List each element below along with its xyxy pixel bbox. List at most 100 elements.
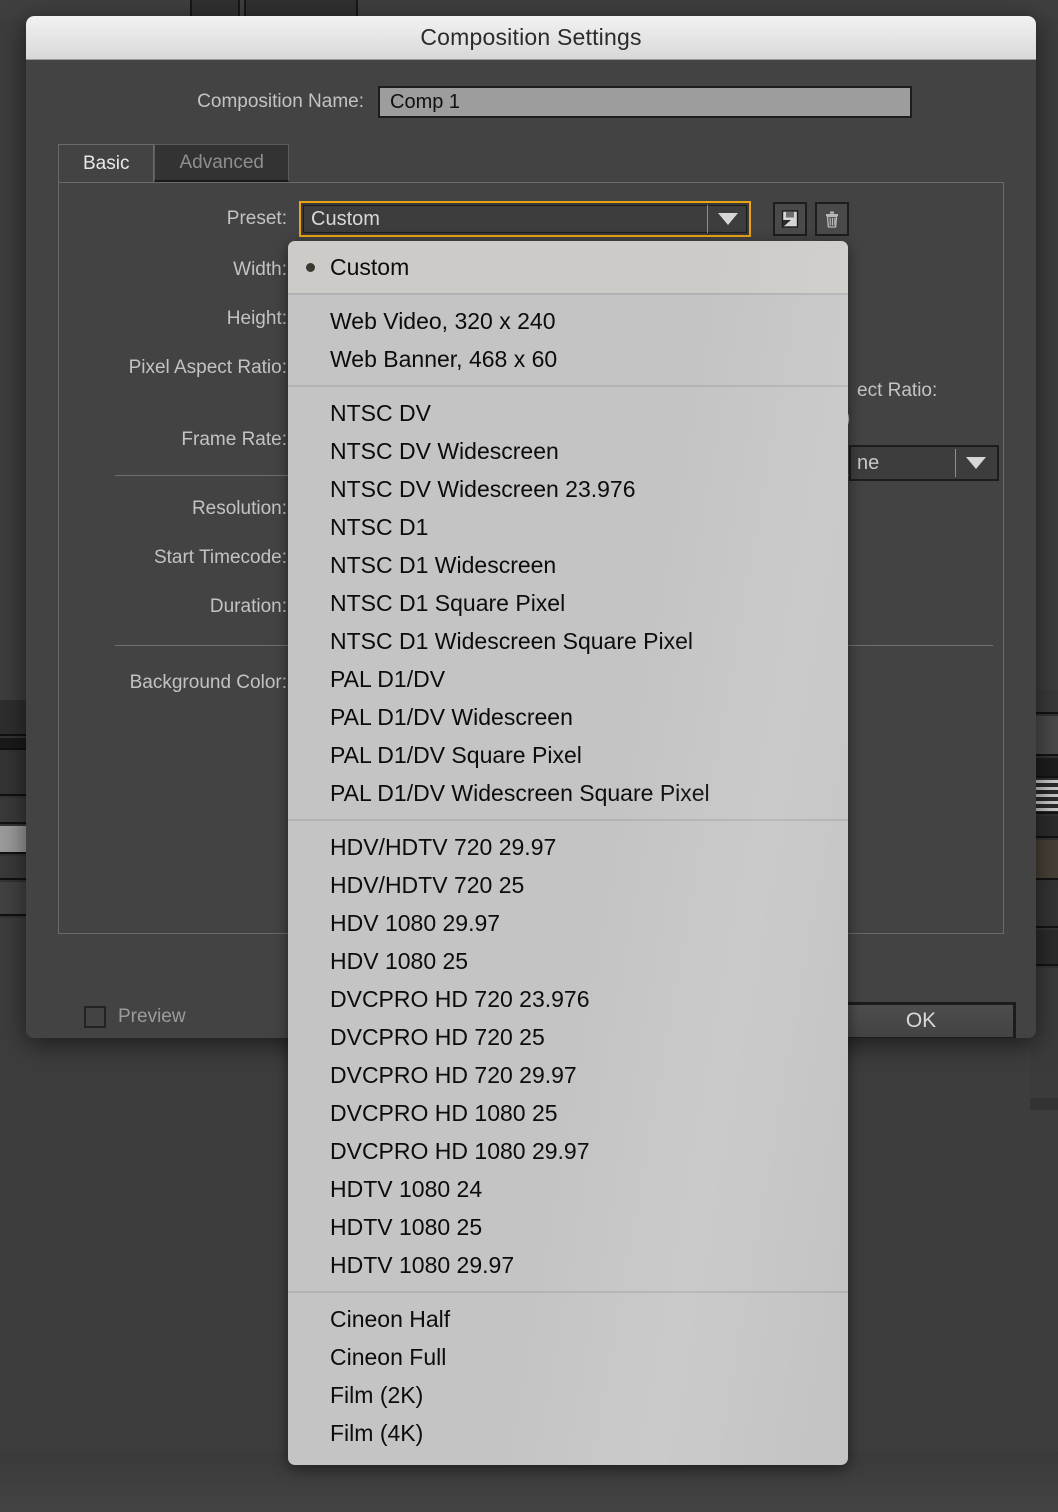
composition-name-input[interactable]: Comp 1: [378, 86, 912, 118]
dialog-titlebar: Composition Settings: [26, 16, 1036, 60]
preset-menu-item[interactable]: NTSC D1: [288, 508, 848, 546]
preset-menu-item[interactable]: Custom: [288, 248, 848, 286]
pixel-aspect-ratio-fragment-label: ect Ratio:: [857, 380, 938, 401]
preset-menu-item-label: Web Video, 320 x 240: [330, 307, 556, 334]
preset-menu-item-label: Custom: [330, 253, 410, 280]
preset-menu-item[interactable]: NTSC D1 Square Pixel: [288, 584, 848, 622]
selected-bullet-icon: [306, 263, 315, 272]
preset-menu-item[interactable]: NTSC DV Widescreen 23.976: [288, 470, 848, 508]
preset-menu-item[interactable]: DVCPRO HD 1080 29.97: [288, 1132, 848, 1170]
preset-menu-item-label: HDV/HDTV 720 25: [330, 871, 525, 898]
preset-menu-item[interactable]: Web Banner, 468 x 60: [288, 340, 848, 378]
preset-menu-group: Web Video, 320 x 240 Web Banner, 468 x 60: [288, 293, 848, 385]
preset-menu-group: NTSC DV NTSC DV Widescreen NTSC DV Widescr…: [288, 385, 848, 819]
preset-menu-item-label: DVCPRO HD 720 25: [330, 1023, 545, 1050]
preset-menu-item-label: DVCPRO HD 1080 25: [330, 1099, 558, 1126]
save-preset-icon: [781, 210, 799, 228]
preset-dropdown[interactable]: Custom: [299, 201, 751, 237]
preset-menu-item-label: PAL D1/DV Widescreen: [330, 703, 573, 730]
preset-menu-item-label: DVCPRO HD 720 23.976: [330, 985, 590, 1012]
trash-icon: [826, 211, 838, 228]
composition-name-label: Composition Name:: [197, 91, 364, 112]
preset-menu-item-label: Web Banner, 468 x 60: [330, 345, 558, 372]
preset-menu-item-label: DVCPRO HD 1080 29.97: [330, 1137, 590, 1164]
frame-rate-label: Frame Rate:: [181, 429, 287, 450]
preset-menu-item[interactable]: PAL D1/DV Widescreen: [288, 698, 848, 736]
composition-name-row: Composition Name: Comp 1: [26, 86, 1036, 118]
preset-menu-item-label: NTSC D1: [330, 513, 429, 540]
preset-menu-item-label: Cineon Half: [330, 1305, 451, 1332]
preset-menu-item[interactable]: NTSC D1 Widescreen: [288, 546, 848, 584]
preset-dropdown-menu[interactable]: Custom Web Video, 320 x 240 Web Banner, 46…: [288, 241, 848, 1465]
frame-rate-value-fragment: ne: [857, 451, 880, 474]
preset-menu-item[interactable]: DVCPRO HD 720 25: [288, 1018, 848, 1056]
preset-menu-item-label: NTSC D1 Widescreen: [330, 551, 557, 578]
preset-dropdown-arrow[interactable]: [707, 205, 747, 233]
preview-control[interactable]: Preview: [84, 1006, 186, 1028]
resolution-label: Resolution:: [191, 498, 287, 519]
preset-label: Preset:: [226, 208, 287, 229]
preset-menu-item[interactable]: DVCPRO HD 720 29.97: [288, 1056, 848, 1094]
pixel-aspect-ratio-label: Pixel Aspect Ratio:: [128, 357, 287, 378]
preset-menu-item[interactable]: Cineon Full: [288, 1338, 848, 1376]
preset-menu-group: Cineon Half Cineon Full Film (2K) Film (4K): [288, 1291, 848, 1459]
preset-menu-item-label: HDV 1080 25: [330, 947, 469, 974]
preset-menu-item[interactable]: PAL D1/DV: [288, 660, 848, 698]
frame-rate-dropdown[interactable]: ne: [849, 445, 999, 481]
preset-menu-item-label: PAL D1/DV Square Pixel: [330, 741, 582, 768]
preset-menu-item[interactable]: PAL D1/DV Square Pixel: [288, 736, 848, 774]
width-label: Width:: [233, 259, 287, 280]
height-label: Height:: [226, 308, 287, 329]
preset-menu-item-label: NTSC DV Widescreen: [330, 437, 559, 464]
preset-menu-item[interactable]: Film (2K): [288, 1376, 848, 1414]
tab-basic[interactable]: Basic: [58, 144, 155, 182]
preset-menu-item[interactable]: NTSC DV Widescreen: [288, 432, 848, 470]
preset-menu-item-label: HDV/HDTV 720 29.97: [330, 833, 557, 860]
preset-menu-item[interactable]: HDV/HDTV 720 29.97: [288, 828, 848, 866]
chevron-down-icon: [717, 213, 738, 225]
preview-checkbox[interactable]: [84, 1006, 106, 1028]
ok-button[interactable]: OK: [826, 1002, 1016, 1038]
dialog-title: Composition Settings: [420, 24, 642, 50]
preset-selected-value: Custom: [311, 207, 380, 230]
preset-menu-groups: Custom Web Video, 320 x 240 Web Banner, 46…: [288, 241, 848, 1459]
save-preset-button[interactable]: [773, 202, 807, 236]
tab-advanced-label: Advanced: [179, 151, 264, 173]
preset-menu-item-label: Film (2K): [330, 1381, 424, 1408]
preview-label: Preview: [118, 1006, 186, 1027]
preset-menu-item[interactable]: HDTV 1080 25: [288, 1208, 848, 1246]
preset-menu-item[interactable]: HDV 1080 25: [288, 942, 848, 980]
preset-menu-item-label: Film (4K): [330, 1419, 424, 1446]
preset-menu-item[interactable]: HDTV 1080 24: [288, 1170, 848, 1208]
preset-menu-item-label: PAL D1/DV Widescreen Square Pixel: [330, 779, 710, 806]
preset-menu-item[interactable]: DVCPRO HD 720 23.976: [288, 980, 848, 1018]
preset-menu-item[interactable]: HDTV 1080 29.97: [288, 1246, 848, 1284]
tab-advanced[interactable]: Advanced: [154, 144, 289, 182]
preset-menu-item-label: NTSC DV Widescreen 23.976: [330, 475, 636, 502]
start-timecode-label: Start Timecode:: [153, 547, 287, 568]
tab-basic-label: Basic: [83, 152, 130, 174]
preset-menu-item-label: HDTV 1080 24: [330, 1175, 483, 1202]
tab-bar: Basic Advanced: [58, 144, 1036, 182]
preset-menu-item-label: HDTV 1080 25: [330, 1213, 483, 1240]
preset-menu-item-label: HDV 1080 29.97: [330, 909, 501, 936]
preset-menu-item[interactable]: DVCPRO HD 1080 25: [288, 1094, 848, 1132]
preset-menu-item-label: DVCPRO HD 720 29.97: [330, 1061, 577, 1088]
preset-menu-item[interactable]: NTSC DV: [288, 394, 848, 432]
background-color-label: Background Color:: [129, 672, 287, 693]
preset-menu-item-label: NTSC D1 Widescreen Square Pixel: [330, 627, 694, 654]
preset-menu-item[interactable]: HDV/HDTV 720 25: [288, 866, 848, 904]
preset-row: Preset: Custom: [59, 201, 1003, 237]
duration-label: Duration:: [209, 596, 287, 617]
preset-menu-item[interactable]: NTSC D1 Widescreen Square Pixel: [288, 622, 848, 660]
screen: Composition Settings Composition Name: C…: [0, 0, 1058, 1512]
preset-menu-item[interactable]: Cineon Half: [288, 1300, 848, 1338]
preset-menu-group: Custom: [288, 241, 848, 293]
frame-rate-dropdown-arrow[interactable]: [955, 449, 995, 477]
preset-menu-item[interactable]: Web Video, 320 x 240: [288, 302, 848, 340]
preset-menu-item[interactable]: HDV 1080 29.97: [288, 904, 848, 942]
preset-menu-item[interactable]: PAL D1/DV Widescreen Square Pixel: [288, 774, 848, 812]
preset-menu-item[interactable]: Film (4K): [288, 1414, 848, 1452]
preset-menu-item-label: Cineon Full: [330, 1343, 447, 1370]
delete-preset-button[interactable]: [815, 202, 849, 236]
